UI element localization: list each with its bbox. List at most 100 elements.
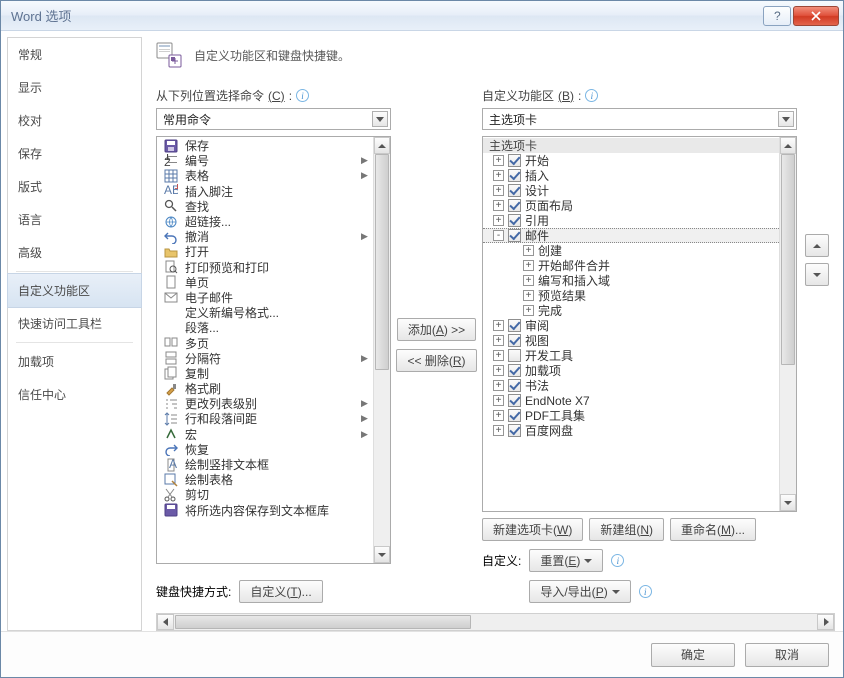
import-export-dropdown-button[interactable]: 导入/导出(P): [529, 580, 630, 603]
info-icon[interactable]: i: [611, 554, 624, 567]
tree-expand-icon[interactable]: +: [523, 305, 534, 316]
cancel-button[interactable]: 取消: [745, 643, 829, 667]
horizontal-scrollbar[interactable]: [156, 613, 835, 631]
command-list-item[interactable]: 复制: [157, 366, 373, 381]
sidebar-item[interactable]: 信任中心: [8, 378, 141, 411]
tree-expand-icon[interactable]: +: [523, 290, 534, 301]
tree-expand-icon[interactable]: +: [493, 200, 504, 211]
tree-node[interactable]: +设计: [483, 183, 779, 198]
tree-checkbox[interactable]: [508, 229, 521, 242]
tree-expand-icon[interactable]: +: [493, 395, 504, 406]
command-list-item[interactable]: A绘制竖排文本框: [157, 457, 373, 472]
scroll-up-button[interactable]: [374, 137, 390, 154]
tree-node[interactable]: +完成: [483, 303, 779, 318]
tree-node[interactable]: +EndNote X7: [483, 393, 779, 408]
tree-checkbox[interactable]: [508, 409, 521, 422]
tree-expand-icon[interactable]: +: [493, 410, 504, 421]
sidebar-item[interactable]: 快速访问工具栏: [8, 307, 141, 340]
tree-expand-icon[interactable]: +: [493, 170, 504, 181]
ribbon-target-combo[interactable]: 主选项卡: [482, 108, 797, 130]
command-list-item[interactable]: 撤消▶: [157, 229, 373, 244]
command-list-item[interactable]: 表格▶: [157, 168, 373, 183]
tree-node[interactable]: +开始: [483, 153, 779, 168]
command-list-item[interactable]: 电子邮件: [157, 290, 373, 305]
tree-node[interactable]: +页面布局: [483, 198, 779, 213]
scroll-right-button[interactable]: [817, 614, 834, 630]
command-list-item[interactable]: 12编号▶: [157, 153, 373, 168]
ribbon-tree[interactable]: 主选项卡+开始+插入+设计+页面布局+引用-邮件+创建+开始邮件合并+编写和插入…: [482, 136, 797, 512]
tree-node[interactable]: +引用: [483, 213, 779, 228]
tree-node[interactable]: +书法: [483, 378, 779, 393]
tree-checkbox[interactable]: [508, 424, 521, 437]
command-list-item[interactable]: 将所选内容保存到文本框库: [157, 503, 373, 518]
remove-button[interactable]: << 删除(R): [396, 349, 476, 372]
tree-expand-icon[interactable]: +: [523, 245, 534, 256]
command-list-item[interactable]: 段落...: [157, 320, 373, 335]
tree-checkbox[interactable]: [508, 169, 521, 182]
close-button[interactable]: [793, 6, 839, 26]
commands-listbox[interactable]: 保存12编号▶表格▶AB1插入脚注查找超链接...撤消▶打开打印预览和打印单页电…: [156, 136, 391, 564]
sidebar-item[interactable]: 保存: [8, 137, 141, 170]
tree-node[interactable]: +PDF工具集: [483, 408, 779, 423]
command-list-item[interactable]: 剪切: [157, 487, 373, 502]
reset-dropdown-button[interactable]: 重置(E): [529, 549, 603, 572]
rename-button[interactable]: 重命名(M)...: [670, 518, 756, 541]
tree-node[interactable]: +视图: [483, 333, 779, 348]
info-icon[interactable]: i: [639, 585, 652, 598]
command-list-item[interactable]: 保存: [157, 138, 373, 153]
sidebar-item[interactable]: 加载项: [8, 345, 141, 378]
command-list-item[interactable]: 恢复: [157, 442, 373, 457]
tree-checkbox[interactable]: [508, 394, 521, 407]
tree-node[interactable]: +加载项: [483, 363, 779, 378]
tree-node[interactable]: +编写和插入域: [483, 273, 779, 288]
tree-expand-icon[interactable]: -: [493, 230, 504, 241]
command-list-item[interactable]: 超链接...: [157, 214, 373, 229]
command-list-item[interactable]: 分隔符▶: [157, 351, 373, 366]
tree-node[interactable]: +审阅: [483, 318, 779, 333]
command-list-item[interactable]: 单页: [157, 275, 373, 290]
add-button[interactable]: 添加(A) >>: [397, 318, 476, 341]
command-list-item[interactable]: 定义新编号格式...: [157, 305, 373, 320]
command-list-item[interactable]: 更改列表级别▶: [157, 396, 373, 411]
sidebar-item[interactable]: 常规: [8, 38, 141, 71]
tree-checkbox[interactable]: [508, 319, 521, 332]
tree-node[interactable]: -邮件: [483, 228, 779, 243]
command-list-item[interactable]: 宏▶: [157, 427, 373, 442]
tree-checkbox[interactable]: [508, 334, 521, 347]
tree-node[interactable]: +预览结果: [483, 288, 779, 303]
ok-button[interactable]: 确定: [651, 643, 735, 667]
command-list-item[interactable]: 绘制表格: [157, 472, 373, 487]
tree-expand-icon[interactable]: +: [493, 350, 504, 361]
tree-node[interactable]: +创建: [483, 243, 779, 258]
tree-checkbox[interactable]: [508, 184, 521, 197]
command-list-item[interactable]: 查找: [157, 199, 373, 214]
command-list-item[interactable]: AB1插入脚注: [157, 184, 373, 199]
info-icon[interactable]: i: [296, 89, 309, 102]
tree-checkbox[interactable]: [508, 199, 521, 212]
tree-expand-icon[interactable]: +: [523, 260, 534, 271]
tree-expand-icon[interactable]: +: [493, 185, 504, 196]
tree-node[interactable]: +插入: [483, 168, 779, 183]
tree-checkbox[interactable]: [508, 349, 521, 362]
help-button[interactable]: ?: [763, 6, 791, 26]
sidebar-item[interactable]: 语言: [8, 203, 141, 236]
move-down-button[interactable]: [805, 263, 829, 286]
tree-checkbox[interactable]: [508, 214, 521, 227]
new-group-button[interactable]: 新建组(N): [589, 518, 664, 541]
tree-node[interactable]: +开发工具: [483, 348, 779, 363]
command-list-item[interactable]: 格式刷: [157, 381, 373, 396]
sidebar-item[interactable]: 校对: [8, 104, 141, 137]
tree-expand-icon[interactable]: +: [493, 155, 504, 166]
vertical-scrollbar[interactable]: [779, 137, 796, 511]
command-list-item[interactable]: 行和段落间距▶: [157, 411, 373, 426]
command-list-item[interactable]: 打开: [157, 244, 373, 259]
tree-expand-icon[interactable]: +: [493, 380, 504, 391]
tree-expand-icon[interactable]: +: [493, 215, 504, 226]
scroll-up-button[interactable]: [780, 137, 796, 154]
sidebar-item[interactable]: 自定义功能区: [7, 273, 142, 308]
info-icon[interactable]: i: [585, 89, 598, 102]
command-list-item[interactable]: 打印预览和打印: [157, 260, 373, 275]
sidebar-item[interactable]: 显示: [8, 71, 141, 104]
commands-source-combo[interactable]: 常用命令: [156, 108, 391, 130]
tree-expand-icon[interactable]: +: [493, 335, 504, 346]
